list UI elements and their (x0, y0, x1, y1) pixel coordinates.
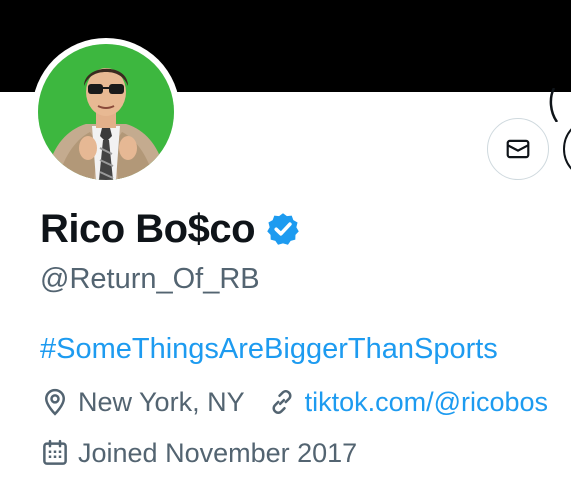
avatar-photo (38, 44, 174, 180)
profile-meta-row: New York, NY tiktok.com/@ricobos (40, 385, 571, 419)
joined-text: Joined November 2017 (78, 437, 358, 468)
location-item: New York, NY (40, 387, 245, 418)
display-name: Rico Bo$co (40, 206, 256, 251)
location-text: New York, NY (78, 386, 245, 417)
joined-item: Joined November 2017 (40, 438, 357, 469)
website-item[interactable]: tiktok.com/@ricobos (267, 387, 548, 418)
profile-name-row: Rico Bo$co (40, 206, 301, 252)
location-pin-icon (44, 388, 66, 416)
calendar-icon (43, 439, 67, 465)
verified-badge-icon[interactable] (265, 211, 301, 247)
profile-page: Rico Bo$co @Return_Of_RB #SomeThingsAreB… (0, 0, 571, 478)
profile-joined-row: Joined November 2017 (40, 436, 571, 470)
website-link[interactable]: tiktok.com/@ricobos (305, 387, 548, 418)
link-icon (272, 389, 292, 415)
more-options-button[interactable] (563, 118, 571, 180)
envelope-icon (506, 139, 530, 159)
profile-handle: @Return_Of_RB (40, 263, 260, 295)
banner-doodle (549, 88, 559, 122)
profile-avatar[interactable] (32, 38, 180, 186)
profile-bio-hashtag[interactable]: #SomeThingsAreBiggerThanSports (40, 333, 498, 366)
message-button[interactable] (487, 118, 549, 180)
